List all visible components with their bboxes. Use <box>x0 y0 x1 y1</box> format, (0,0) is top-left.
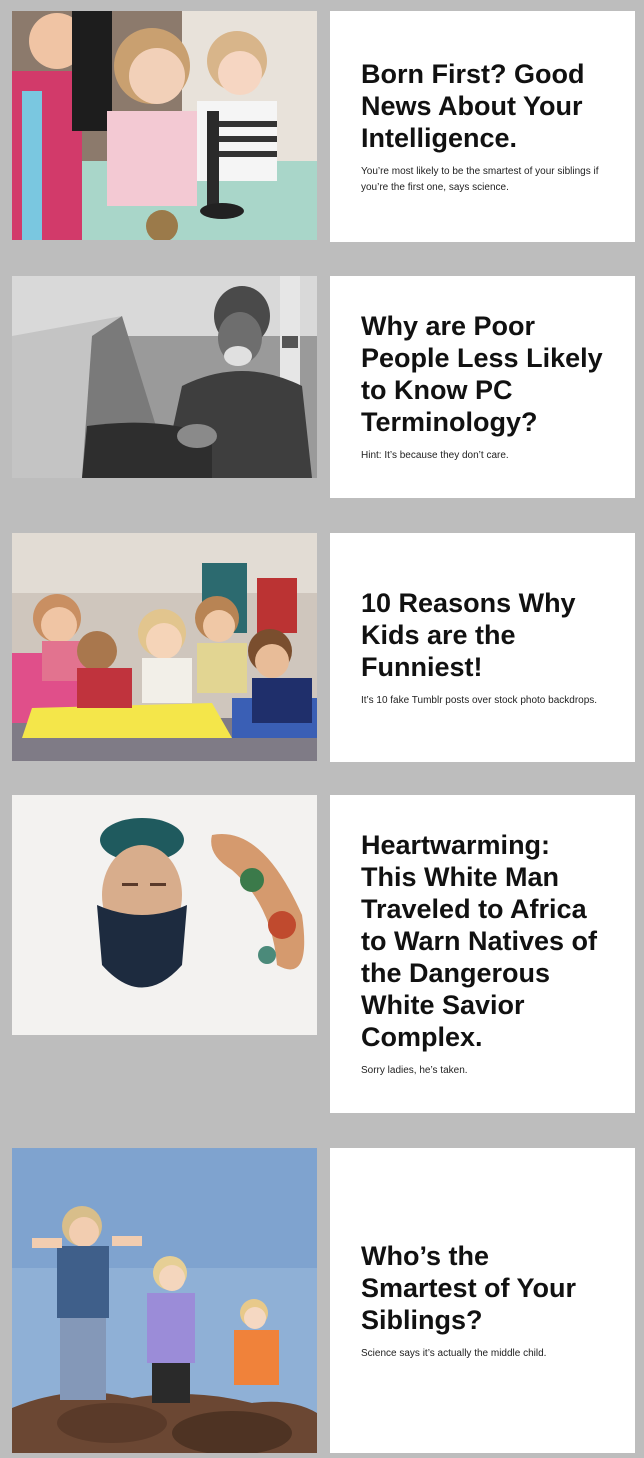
article-card-4[interactable]: Heartwarming: This White Man Traveled to… <box>330 795 635 1113</box>
article-image-3[interactable] <box>12 533 317 761</box>
article-subtitle: Sorry ladies, he’s taken. <box>361 1065 468 1076</box>
article-image-5[interactable] <box>12 1148 317 1453</box>
siblings-on-rock-photo <box>12 1148 317 1453</box>
kids-on-mat-photo <box>12 533 317 761</box>
article-subtitle: You’re most likely to be the smartest of… <box>361 165 599 193</box>
children-microscope-photo <box>12 11 317 240</box>
article-title[interactable]: Born First? Good News About Your Intelli… <box>361 58 605 154</box>
article-subtitle: Science says it’s actually the middle ch… <box>361 1347 547 1359</box>
article-card-5[interactable]: Who’s the Smartest of Your Siblings? Sci… <box>330 1148 635 1453</box>
article-card-1[interactable]: Born First? Good News About Your Intelli… <box>330 11 635 242</box>
man-in-bath-photo <box>12 795 317 1035</box>
article-title[interactable]: Heartwarming: This White Man Traveled to… <box>361 829 605 1053</box>
article-subtitle: Hint: It’s because they don’t care. <box>361 450 509 461</box>
elderly-man-photo <box>12 276 317 478</box>
article-card-2[interactable]: Why are Poor People Less Likely to Know … <box>330 276 635 498</box>
article-card-3[interactable]: 10 Reasons Why Kids are the Funniest! It… <box>330 533 635 762</box>
article-title[interactable]: 10 Reasons Why Kids are the Funniest! <box>361 587 605 683</box>
article-title[interactable]: Who’s the Smartest of Your Siblings? <box>361 1240 605 1336</box>
article-title[interactable]: Why are Poor People Less Likely to Know … <box>361 310 605 438</box>
article-image-4[interactable] <box>12 795 317 1035</box>
article-image-2[interactable] <box>12 276 317 478</box>
article-subtitle: It’s 10 fake Tumblr posts over stock pho… <box>361 694 598 706</box>
article-image-1[interactable] <box>12 11 317 240</box>
